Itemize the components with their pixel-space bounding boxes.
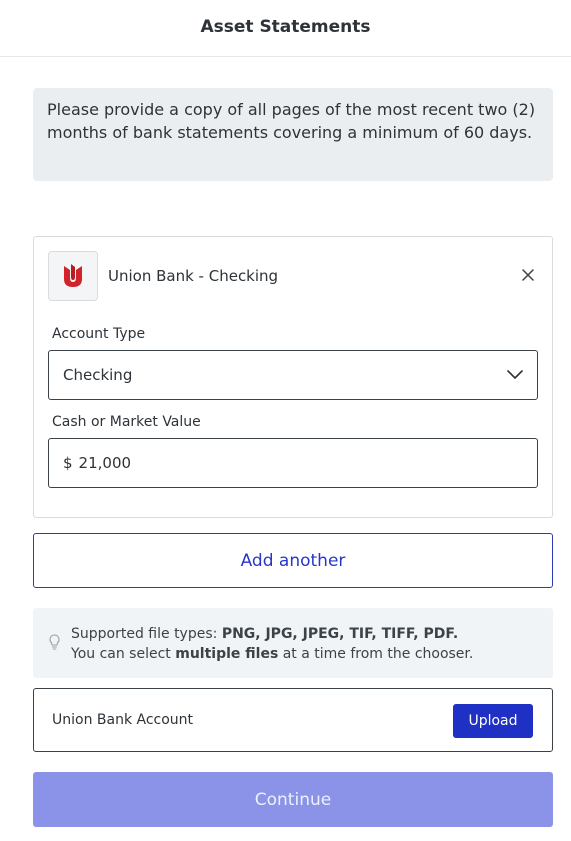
- account-type-select[interactable]: Checking: [48, 350, 538, 400]
- upload-account-label: Union Bank Account: [52, 712, 194, 728]
- currency-symbol: $: [63, 454, 73, 472]
- bank-account-card: Union Bank - Checking Account Type Check…: [33, 236, 553, 518]
- upload-row: Union Bank Account Upload: [33, 688, 553, 752]
- union-bank-logo-icon: [48, 251, 98, 301]
- page-title: Asset Statements: [200, 17, 371, 37]
- cash-value-label: Cash or Market Value: [52, 414, 201, 430]
- close-icon[interactable]: [518, 265, 538, 285]
- account-type-label: Account Type: [52, 326, 146, 342]
- upload-button[interactable]: Upload: [453, 704, 533, 738]
- lightbulb-icon: [49, 634, 60, 656]
- continue-label: Continue: [254, 789, 332, 810]
- bank-account-name: Union Bank - Checking: [108, 267, 279, 285]
- instructions-notice: Please provide a copy of all pages of th…: [33, 88, 553, 181]
- chevron-down-icon: [507, 366, 523, 384]
- tip-line-1: Supported file types: PNG, JPG, JPEG, TI…: [71, 626, 459, 642]
- account-type-value: Checking: [63, 366, 133, 384]
- cash-value-input[interactable]: $ 21,000: [48, 438, 538, 488]
- tip-line-2: You can select multiple files at a time …: [71, 646, 474, 662]
- continue-button[interactable]: Continue: [33, 772, 553, 827]
- cash-value: 21,000: [78, 454, 132, 472]
- page-header: Asset Statements: [0, 0, 571, 57]
- instructions-text: Please provide a copy of all pages of th…: [47, 100, 536, 142]
- add-another-button[interactable]: Add another: [33, 533, 553, 588]
- file-types-tip: Supported file types: PNG, JPG, JPEG, TI…: [33, 608, 553, 678]
- add-another-label: Add another: [240, 550, 346, 571]
